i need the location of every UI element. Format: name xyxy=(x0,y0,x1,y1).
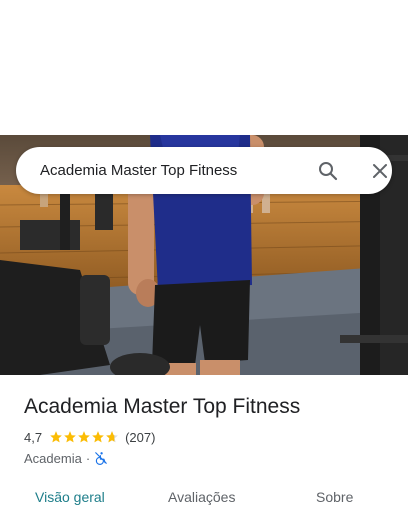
review-count[interactable]: (207) xyxy=(125,430,155,445)
separator-dot: · xyxy=(85,450,91,466)
star-icon xyxy=(92,431,104,443)
close-icon[interactable] xyxy=(368,159,392,183)
rating-row[interactable]: 4,7 (207) xyxy=(24,428,155,446)
category-row: Academia · xyxy=(24,449,108,467)
tab-reviews[interactable]: Avaliações xyxy=(168,488,235,506)
search-icon[interactable] xyxy=(316,159,340,183)
star-icon xyxy=(78,431,90,443)
tab-about[interactable]: Sobre xyxy=(316,488,353,506)
rating-value: 4,7 xyxy=(24,429,43,445)
place-title: Academia Master Top Fitness xyxy=(24,395,301,418)
place-tabs: Visão geral Avaliações Sobre xyxy=(0,480,408,510)
tab-overview[interactable]: Visão geral xyxy=(35,488,105,506)
search-input[interactable]: Academia Master Top Fitness xyxy=(40,147,237,194)
category-label: Academia xyxy=(24,450,82,466)
star-rating xyxy=(49,430,119,444)
star-half-icon xyxy=(106,431,118,443)
star-icon xyxy=(50,431,62,443)
not-wheelchair-accessible-icon[interactable] xyxy=(94,451,108,465)
star-icon xyxy=(64,431,76,443)
search-bar[interactable]: Academia Master Top Fitness xyxy=(16,147,392,194)
